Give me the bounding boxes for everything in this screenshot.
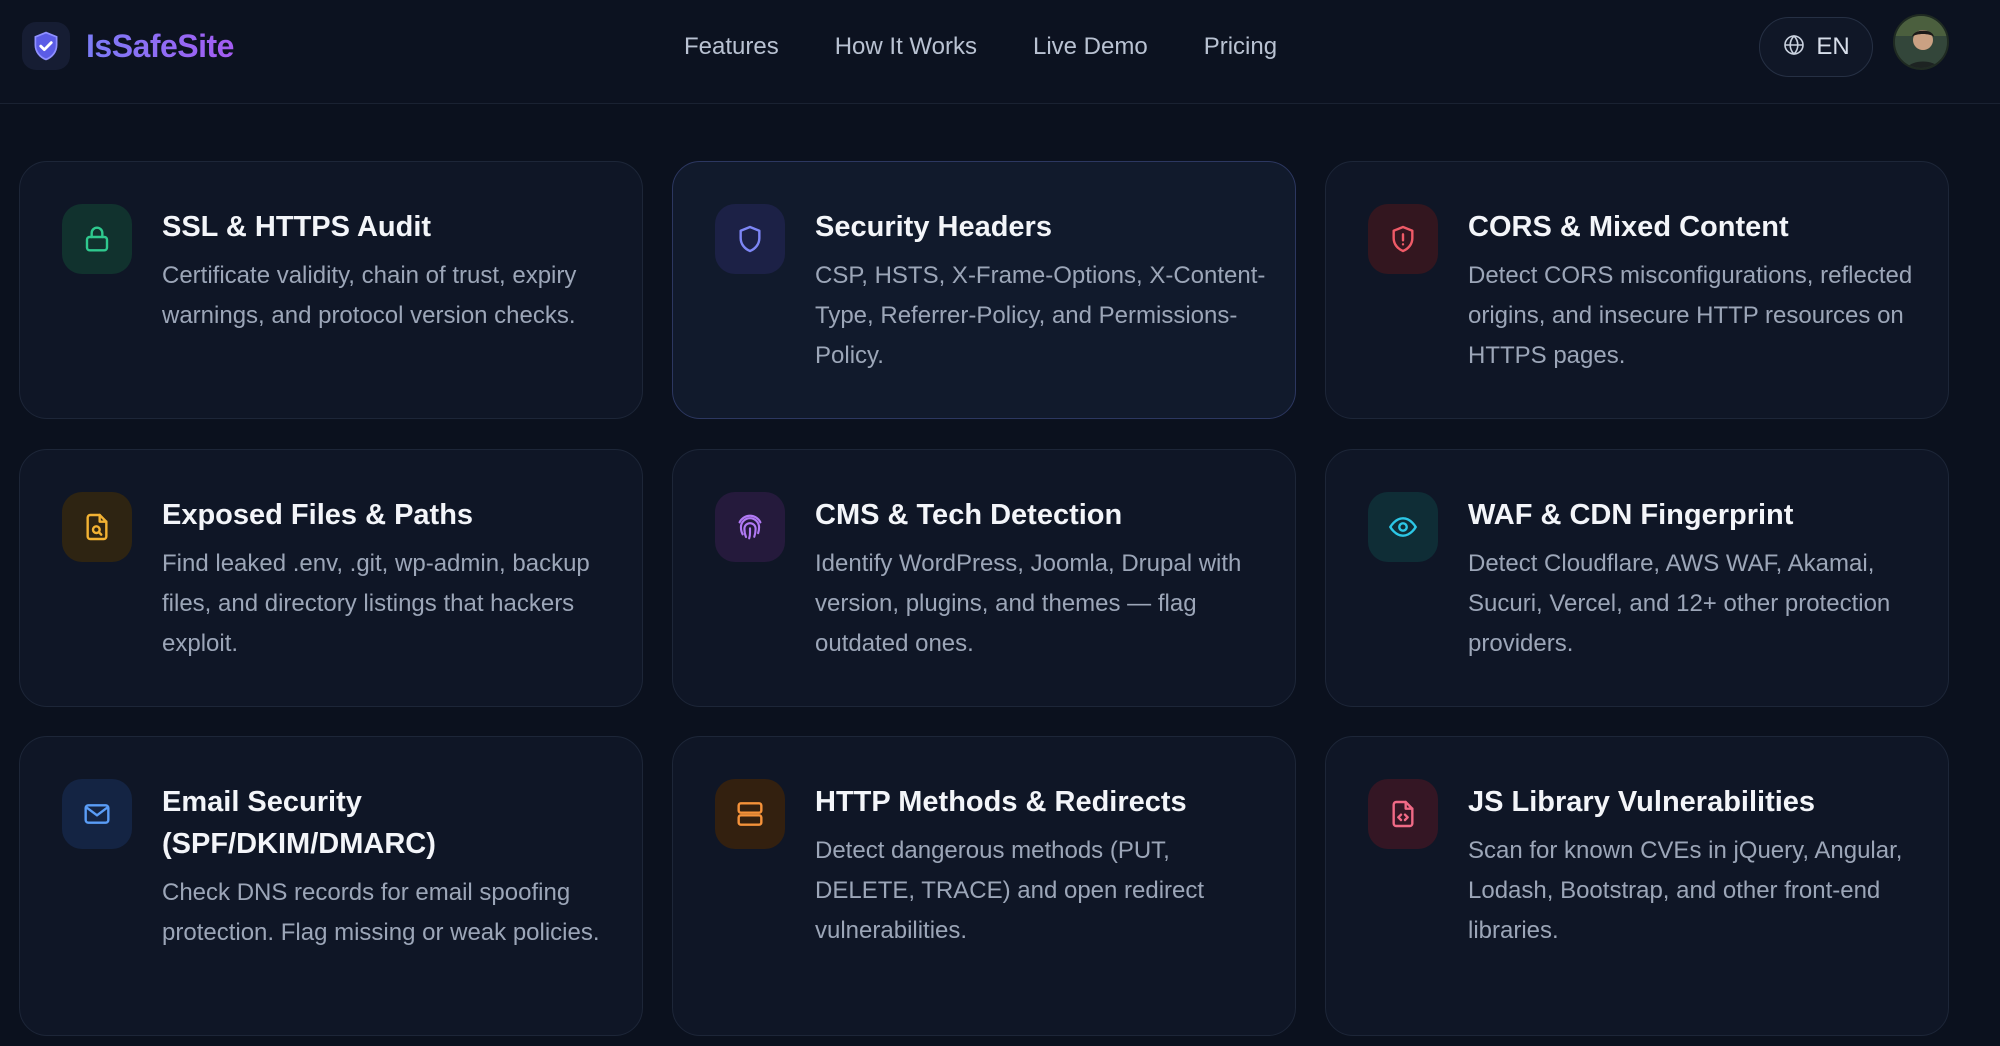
feature-card-ssl[interactable]: SSL & HTTPS Audit Certificate validity, … (19, 161, 643, 419)
feature-description: Identify WordPress, Joomla, Drupal with … (815, 550, 1242, 657)
feature-card-cors[interactable]: CORS & Mixed Content Detect CORS misconf… (1325, 161, 1949, 419)
feature-description: Detect CORS misconfigurations, reflected… (1468, 262, 1913, 369)
eye-icon (1368, 492, 1438, 562)
shield-icon (715, 204, 785, 274)
feature-description: Detect Cloudflare, AWS WAF, Akamai, Sucu… (1468, 550, 1891, 657)
top-navigation-bar: IsSafeSite Features How It Works Live De… (0, 0, 2000, 104)
shield-alert-icon (1368, 204, 1438, 274)
feature-title: Exposed Files & Paths (162, 499, 474, 531)
feature-card-waf-cdn[interactable]: WAF & CDN Fingerprint Detect Cloudflare,… (1325, 449, 1949, 707)
feature-title: CMS & Tech Detection (815, 499, 1123, 531)
fingerprint-icon (715, 492, 785, 562)
feature-title: SSL & HTTPS Audit (162, 211, 432, 243)
feature-title: CORS & Mixed Content (1468, 211, 1789, 243)
feature-card-exposed-files[interactable]: Exposed Files & Paths Find leaked .env, … (19, 449, 643, 707)
feature-description: Check DNS records for email spoofing pro… (162, 879, 600, 946)
language-switcher[interactable]: EN (1759, 17, 1873, 77)
file-search-icon (62, 492, 132, 562)
user-avatar[interactable] (1893, 14, 1949, 70)
brand-logo-link[interactable]: IsSafeSite (22, 22, 234, 70)
feature-card-http-methods[interactable]: HTTP Methods & Redirects Detect dangerou… (672, 736, 1296, 1036)
nav-link-how-it-works[interactable]: How It Works (835, 31, 977, 63)
feature-card-js-libraries[interactable]: JS Library Vulnerabilities Scan for know… (1325, 736, 1949, 1036)
nav-link-pricing[interactable]: Pricing (1204, 31, 1277, 63)
server-icon (715, 779, 785, 849)
language-label: EN (1816, 33, 1850, 60)
feature-title: Email Security (SPF/DKIM/DMARC) (162, 786, 436, 860)
brand-name: IsSafeSite (86, 27, 234, 64)
feature-title: WAF & CDN Fingerprint (1468, 499, 1794, 531)
feature-description: Certificate validity, chain of trust, ex… (162, 262, 577, 329)
feature-title: JS Library Vulnerabilities (1468, 786, 1816, 818)
feature-description: Detect dangerous methods (PUT, DELETE, T… (815, 837, 1205, 944)
feature-description: Find leaked .env, .git, wp-admin, backup… (162, 550, 590, 657)
feature-description: Scan for known CVEs in jQuery, Angular, … (1468, 837, 1903, 944)
feature-title: Security Headers (815, 211, 1052, 243)
feature-title: HTTP Methods & Redirects (815, 786, 1187, 818)
main-nav: Features How It Works Live Demo Pricing (684, 31, 1333, 63)
file-code-icon (1368, 779, 1438, 849)
nav-link-features[interactable]: Features (684, 31, 779, 63)
shield-check-icon (22, 22, 70, 70)
globe-icon (1782, 33, 1806, 62)
mail-icon (62, 779, 132, 849)
feature-description: CSP, HSTS, X-Frame-Options, X-Content-Ty… (815, 262, 1266, 369)
feature-card-cms-detection[interactable]: CMS & Tech Detection Identify WordPress,… (672, 449, 1296, 707)
feature-card-email-security[interactable]: Email Security (SPF/DKIM/DMARC) Check DN… (19, 736, 643, 1036)
feature-card-security-headers[interactable]: Security Headers CSP, HSTS, X-Frame-Opti… (672, 161, 1296, 419)
lock-icon (62, 204, 132, 274)
nav-link-live-demo[interactable]: Live Demo (1033, 31, 1148, 63)
